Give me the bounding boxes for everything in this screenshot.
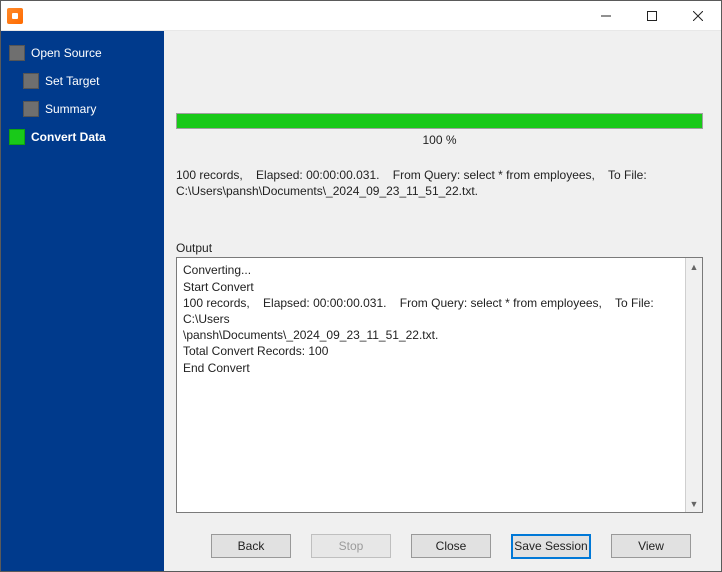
maximize-button[interactable] (629, 1, 675, 30)
progress-bar (176, 113, 703, 129)
output-scrollbar[interactable]: ▲ ▼ (685, 258, 702, 512)
step-marker-icon (23, 101, 39, 117)
close-window-button[interactable] (675, 1, 721, 30)
wizard-nav: Open Source Set Target Summary Convert D… (1, 39, 164, 151)
progress-section: 100 % (176, 113, 703, 147)
sidebar-item-label: Summary (45, 102, 96, 116)
titlebar-left (1, 8, 29, 24)
main-panel: 100 % 100 records, Elapsed: 00:00:00.031… (164, 31, 721, 571)
window-controls (583, 1, 721, 30)
conversion-summary-text: 100 records, Elapsed: 00:00:00.031. From… (176, 167, 703, 199)
minimize-button[interactable] (583, 1, 629, 30)
sidebar-item-label: Open Source (31, 46, 102, 60)
sidebar-item-label: Convert Data (31, 130, 106, 144)
app-icon (7, 8, 23, 24)
button-bar: Back Stop Close Save Session View (164, 521, 721, 571)
progress-percent-label: 100 % (176, 133, 703, 147)
back-button[interactable]: Back (211, 534, 291, 558)
output-label: Output (176, 241, 703, 255)
output-box: Converting... Start Convert 100 records,… (176, 257, 703, 513)
stop-button: Stop (311, 534, 391, 558)
sidebar-item-convert-data[interactable]: Convert Data (1, 123, 164, 151)
save-session-button[interactable]: Save Session (511, 534, 591, 559)
close-button[interactable]: Close (411, 534, 491, 558)
titlebar (1, 1, 721, 31)
step-marker-icon (9, 129, 25, 145)
step-marker-icon (23, 73, 39, 89)
view-button[interactable]: View (611, 534, 691, 558)
scroll-up-icon[interactable]: ▲ (686, 258, 702, 275)
step-marker-icon (9, 45, 25, 61)
scroll-down-icon[interactable]: ▼ (686, 495, 702, 512)
sidebar-item-set-target[interactable]: Set Target (1, 67, 164, 95)
output-text[interactable]: Converting... Start Convert 100 records,… (177, 258, 685, 512)
sidebar-item-open-source[interactable]: Open Source (1, 39, 164, 67)
sidebar: Open Source Set Target Summary Convert D… (1, 31, 164, 571)
sidebar-item-label: Set Target (45, 74, 99, 88)
sidebar-item-summary[interactable]: Summary (1, 95, 164, 123)
